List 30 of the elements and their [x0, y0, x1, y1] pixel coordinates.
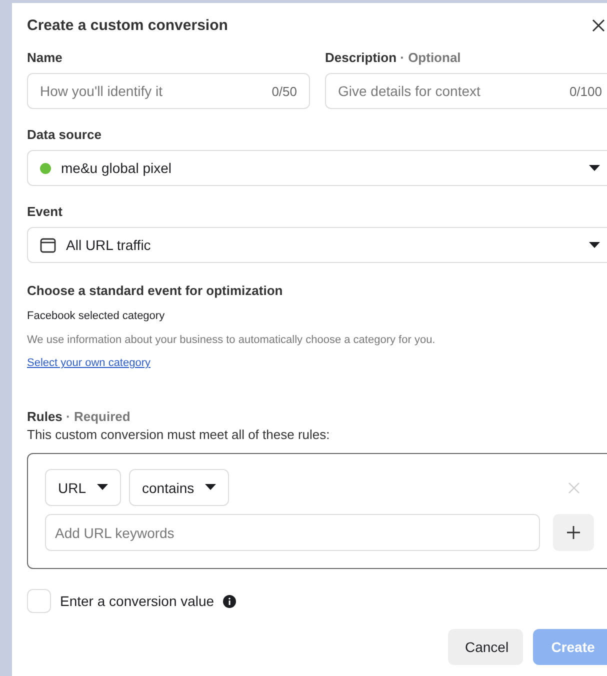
- close-icon[interactable]: [592, 18, 605, 32]
- section-heading: Choose a standard event for optimization: [27, 283, 283, 298]
- checkbox[interactable]: [27, 589, 51, 613]
- add-button[interactable]: [553, 514, 594, 551]
- dialog-title: Create a custom conversion: [27, 16, 228, 34]
- operator-dropdown[interactable]: contains: [129, 469, 230, 506]
- help-text: We use information about your business to automatically choose a category for you.: [27, 334, 436, 346]
- caret-icon: [589, 242, 600, 248]
- keywords-field[interactable]: Add URL keywords: [45, 514, 540, 551]
- name-field[interactable]: How you'll identify it 0/50: [27, 73, 310, 109]
- caret-icon: [205, 484, 216, 491]
- data-source-dropdown[interactable]: me&u global pixel: [27, 150, 607, 186]
- field-label: Event: [27, 204, 62, 219]
- cancel-button[interactable]: Cancel: [448, 629, 523, 665]
- caret-icon: [589, 164, 600, 172]
- select-category-link[interactable]: Select your own category: [27, 357, 151, 369]
- browser-window-icon: [40, 238, 56, 252]
- rules-description: This custom conversion must meet all of these rules:: [27, 427, 330, 442]
- field-label: Rules · Required: [27, 409, 130, 424]
- field-label: Data source: [27, 127, 102, 142]
- field-label: Name: [27, 50, 62, 65]
- url-dropdown[interactable]: URL: [45, 469, 122, 506]
- caret-icon: [97, 484, 108, 491]
- info-icon: [223, 594, 236, 608]
- description-field[interactable]: Give details for context 0/100: [325, 73, 607, 109]
- field-label: Description · Optional: [325, 50, 461, 65]
- event-dropdown[interactable]: All URL traffic: [27, 227, 607, 263]
- checkbox-label: Enter a conversion value: [60, 593, 214, 609]
- category-text: Facebook selected category: [27, 310, 165, 322]
- plus-icon: [567, 526, 580, 539]
